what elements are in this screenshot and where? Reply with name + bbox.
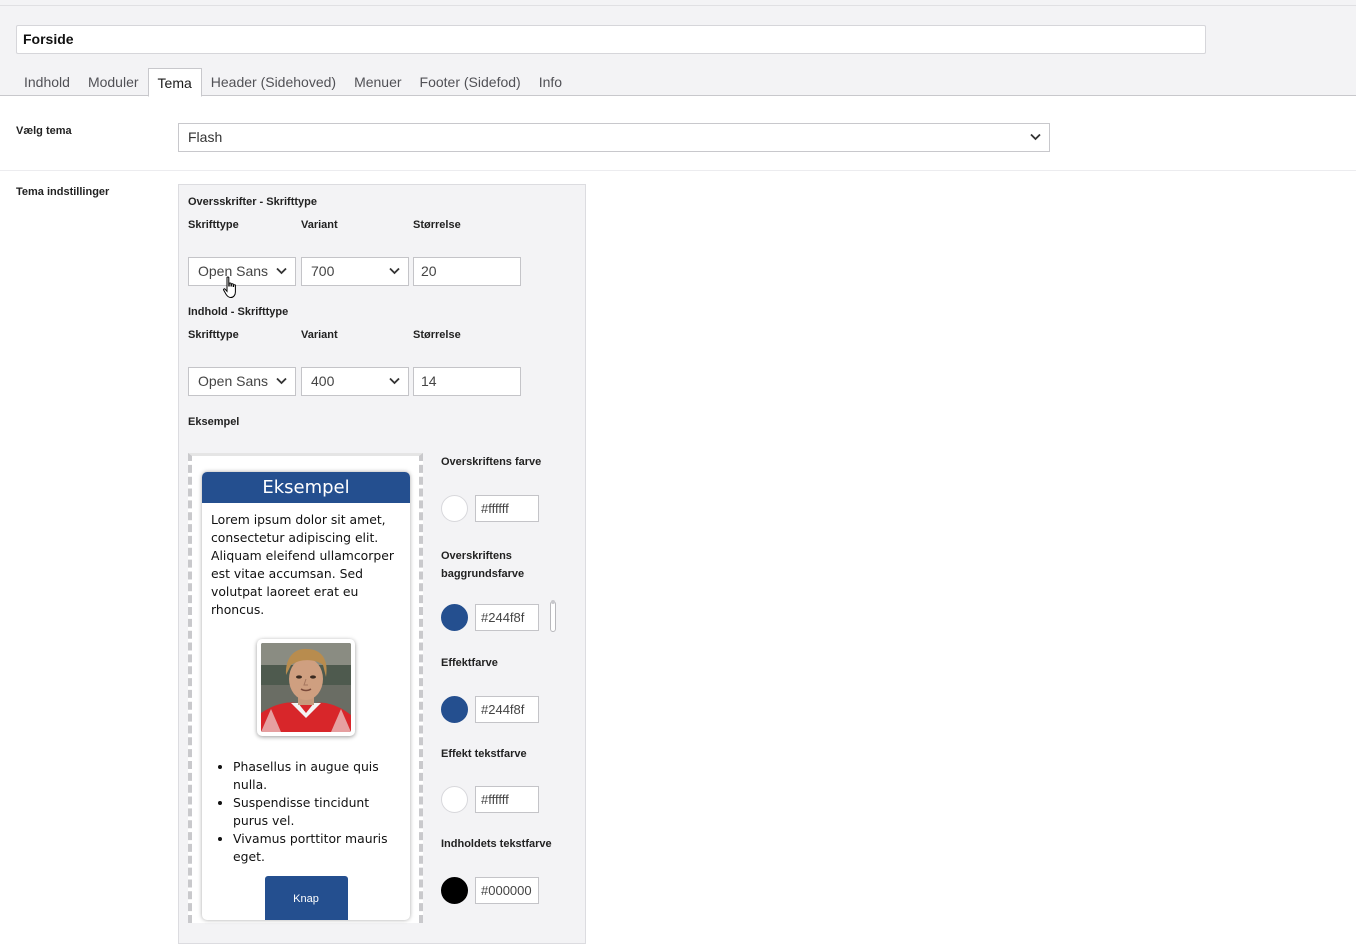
example-button[interactable]: Knap (264, 876, 348, 920)
content-font-title: Indhold - Skrifttype (188, 306, 289, 318)
tab-menuer[interactable]: Menuer (345, 68, 410, 96)
example-label: Eksempel (188, 416, 240, 428)
theme-select-value: Flash (188, 129, 223, 145)
content-variant-value: 400 (311, 373, 335, 389)
content-size-input[interactable]: 14 (413, 367, 521, 396)
headings-font-col-label: Skrifttype (188, 219, 239, 231)
effect-color-input[interactable]: #244f8f (475, 696, 539, 723)
chevron-down-icon (389, 258, 400, 275)
headings-font-title: Oversskrifter - Skrifttype (188, 196, 317, 208)
headings-variant-col-label: Variant (301, 219, 338, 231)
content-size-col-label: Størrelse (413, 329, 461, 341)
tab-tema[interactable]: Tema (147, 68, 202, 97)
example-card-title: Eksempel (202, 472, 410, 503)
theme-select-label: Vælg tema (16, 125, 72, 137)
heading-color-input[interactable]: #ffffff (475, 495, 539, 522)
effect-text-color-swatch[interactable] (441, 786, 468, 813)
heading-bg-color-swatch[interactable] (441, 604, 468, 631)
headings-variant-value: 700 (311, 263, 335, 279)
chevron-down-icon (276, 368, 287, 385)
tab-moduler[interactable]: Moduler (79, 68, 148, 96)
list-item: Suspendisse tincidunt purus vel. (233, 794, 401, 830)
theme-settings-label: Tema indstillinger (16, 186, 110, 198)
heading-color-swatch[interactable] (441, 495, 468, 522)
example-paragraph: Lorem ipsum dolor sit amet, consectetur … (211, 512, 394, 617)
content-font-value: Open Sans (198, 373, 269, 389)
list-item: Phasellus in augue quis nulla. (233, 758, 401, 794)
content-font-col-label: Skrifttype (188, 329, 239, 341)
headings-size-col-label: Størrelse (413, 219, 461, 231)
content-text-color-swatch[interactable] (441, 877, 468, 904)
top-line (0, 5, 1356, 6)
scrollbar-handle[interactable] (550, 600, 556, 632)
example-photo (257, 639, 355, 736)
example-bullet-list: Phasellus in augue quis nulla. Suspendis… (211, 758, 401, 866)
headings-variant-select[interactable]: 700 (301, 257, 409, 286)
tab-indhold[interactable]: Indhold (15, 68, 79, 96)
person-photo-icon (261, 643, 351, 732)
content-variant-select[interactable]: 400 (301, 367, 409, 396)
content-text-color-input[interactable]: #000000 (475, 877, 539, 904)
effect-text-color-input[interactable]: #ffffff (475, 786, 539, 813)
tab-info[interactable]: Info (530, 68, 571, 96)
effect-color-label: Effektfarve (441, 657, 498, 669)
hand-cursor-icon (222, 276, 240, 305)
headings-size-input[interactable]: 20 (413, 257, 521, 286)
section-divider (0, 170, 1356, 171)
tab-footer[interactable]: Footer (Sidefod) (411, 68, 530, 96)
chevron-down-icon (276, 258, 287, 275)
example-card: Eksempel Lorem ipsum dolor sit amet, con… (202, 472, 410, 920)
tab-header[interactable]: Header (Sidehoved) (202, 68, 345, 96)
chevron-down-icon (389, 368, 400, 385)
theme-select[interactable]: Flash (178, 123, 1050, 152)
content-variant-col-label: Variant (301, 329, 338, 341)
headings-font-select[interactable]: Open Sans (188, 257, 296, 286)
page-title-input[interactable]: Forside (16, 25, 1206, 54)
example-card-body: Lorem ipsum dolor sit amet, consectetur … (202, 503, 410, 920)
content-text-color-label: Indholdets tekstfarve (441, 838, 552, 850)
heading-color-label: Overskriftens farve (441, 456, 542, 468)
heading-bg-color-input[interactable]: #244f8f (475, 604, 539, 631)
effect-color-swatch[interactable] (441, 696, 468, 723)
chevron-down-icon (1030, 124, 1041, 141)
effect-text-color-label: Effekt tekstfarve (441, 748, 527, 760)
heading-bg-color-label: Overskriftens baggrundsfarve (441, 550, 525, 580)
top-bar: Forside Indhold Moduler Tema Header (Sid… (0, 0, 1356, 97)
content-font-select[interactable]: Open Sans (188, 367, 296, 396)
list-item: Vivamus porttitor mauris eget. (233, 830, 401, 866)
tab-bar: Indhold Moduler Tema Header (Sidehoved) … (15, 68, 571, 97)
